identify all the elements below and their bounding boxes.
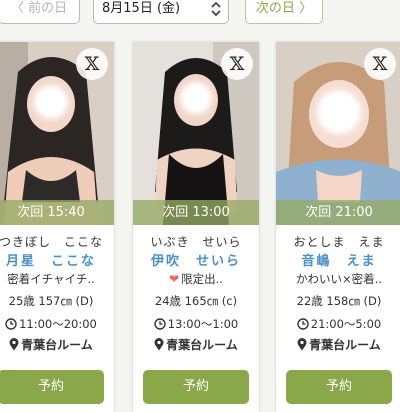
reserve-button[interactable]: 予約 <box>286 370 392 404</box>
therapist-card[interactable]: 𝕏 次回 13:00 いぶき せいら 伊吹 せいら ❤ 限定出.. 24歳 165… <box>133 42 259 412</box>
location-text: 青葉台ルーム <box>21 338 93 352</box>
name-kana: おとしま えま <box>293 235 385 249</box>
map-pin-icon <box>154 338 164 351</box>
reserve-button[interactable]: 予約 <box>0 370 104 404</box>
next-day-label: 次の日 <box>255 1 295 16</box>
working-hours: 11:00〜20:00 <box>0 316 114 332</box>
profile-stats: 25歳 157㎝ (D) <box>8 294 94 308</box>
next-available-time: 次回 15:40 <box>0 200 114 225</box>
chevron-left-icon: 〈 <box>10 1 24 16</box>
name-link[interactable]: 月星 ここな <box>0 250 114 269</box>
next-day-button[interactable]: 次の日 〉 <box>245 0 323 24</box>
updown-chevron-icon <box>211 1 221 17</box>
x-social-icon[interactable]: 𝕏 <box>364 48 396 80</box>
name-link[interactable]: 音嶋 えま <box>276 250 400 269</box>
location-text: 青葉台ルーム <box>166 338 238 352</box>
therapist-card[interactable]: 𝕏 次回 15:40 つきぼし ここな 月星 ここな 密着イチャイチ.. 25歳… <box>0 42 114 412</box>
working-hours: 13:00〜1:00 <box>133 316 259 332</box>
catchphrase: ❤ 限定出.. <box>133 271 259 287</box>
prev-day-button[interactable]: 〈 前の日 <box>0 0 80 24</box>
location: 青葉台ルーム <box>133 336 259 353</box>
catchphrase-text: 限定出.. <box>181 272 223 286</box>
working-hours-text: 21:00〜5:00 <box>310 317 382 331</box>
name-kana: いぶき せいら <box>150 235 242 249</box>
profile-photo[interactable]: 𝕏 次回 21:00 <box>276 42 400 225</box>
clock-icon <box>297 318 309 330</box>
catchphrase: 密着イチャイチ.. <box>7 272 95 286</box>
location: 青葉台ルーム <box>276 336 400 353</box>
date-select[interactable]: 8月15日 (金) <box>93 0 229 24</box>
profile-photo[interactable]: 𝕏 次回 15:40 <box>0 42 114 225</box>
map-pin-icon <box>297 338 307 351</box>
clock-icon <box>154 318 166 330</box>
location-text: 青葉台ルーム <box>309 338 381 352</box>
next-available-time: 次回 13:00 <box>133 200 259 225</box>
profile-photo[interactable]: 𝕏 次回 13:00 <box>133 42 259 225</box>
name-kana: つきぼし ここな <box>0 235 103 249</box>
location: 青葉台ルーム <box>0 336 114 353</box>
clock-icon <box>5 318 17 330</box>
name-link[interactable]: 伊吹 せいら <box>133 250 259 269</box>
catchphrase: かわいい×密着.. <box>296 272 382 286</box>
map-pin-icon <box>9 338 19 351</box>
chevron-right-icon: 〉 <box>299 1 313 16</box>
profile-stats: 22歳 158㎝ (D) <box>296 294 382 308</box>
working-hours-text: 13:00〜1:00 <box>167 317 239 331</box>
date-navigation: 〈 前の日 8月15日 (金) 次の日 〉 <box>0 0 400 30</box>
next-available-time: 次回 21:00 <box>276 200 400 225</box>
working-hours-text: 11:00〜20:00 <box>19 317 97 331</box>
reserve-button[interactable]: 予約 <box>143 370 249 404</box>
profile-stats: 24歳 165㎝ (c) <box>154 294 238 308</box>
x-social-icon[interactable]: 𝕏 <box>221 48 253 80</box>
date-select-value: 8月15日 (金) <box>102 1 181 16</box>
x-social-icon[interactable]: 𝕏 <box>76 48 108 80</box>
working-hours: 21:00〜5:00 <box>276 316 400 332</box>
heart-icon: ❤ <box>169 272 180 286</box>
therapist-card[interactable]: 𝕏 次回 21:00 おとしま えま 音嶋 えま かわいい×密着.. 22歳 1… <box>276 42 400 412</box>
prev-day-label: 前の日 <box>28 1 68 16</box>
